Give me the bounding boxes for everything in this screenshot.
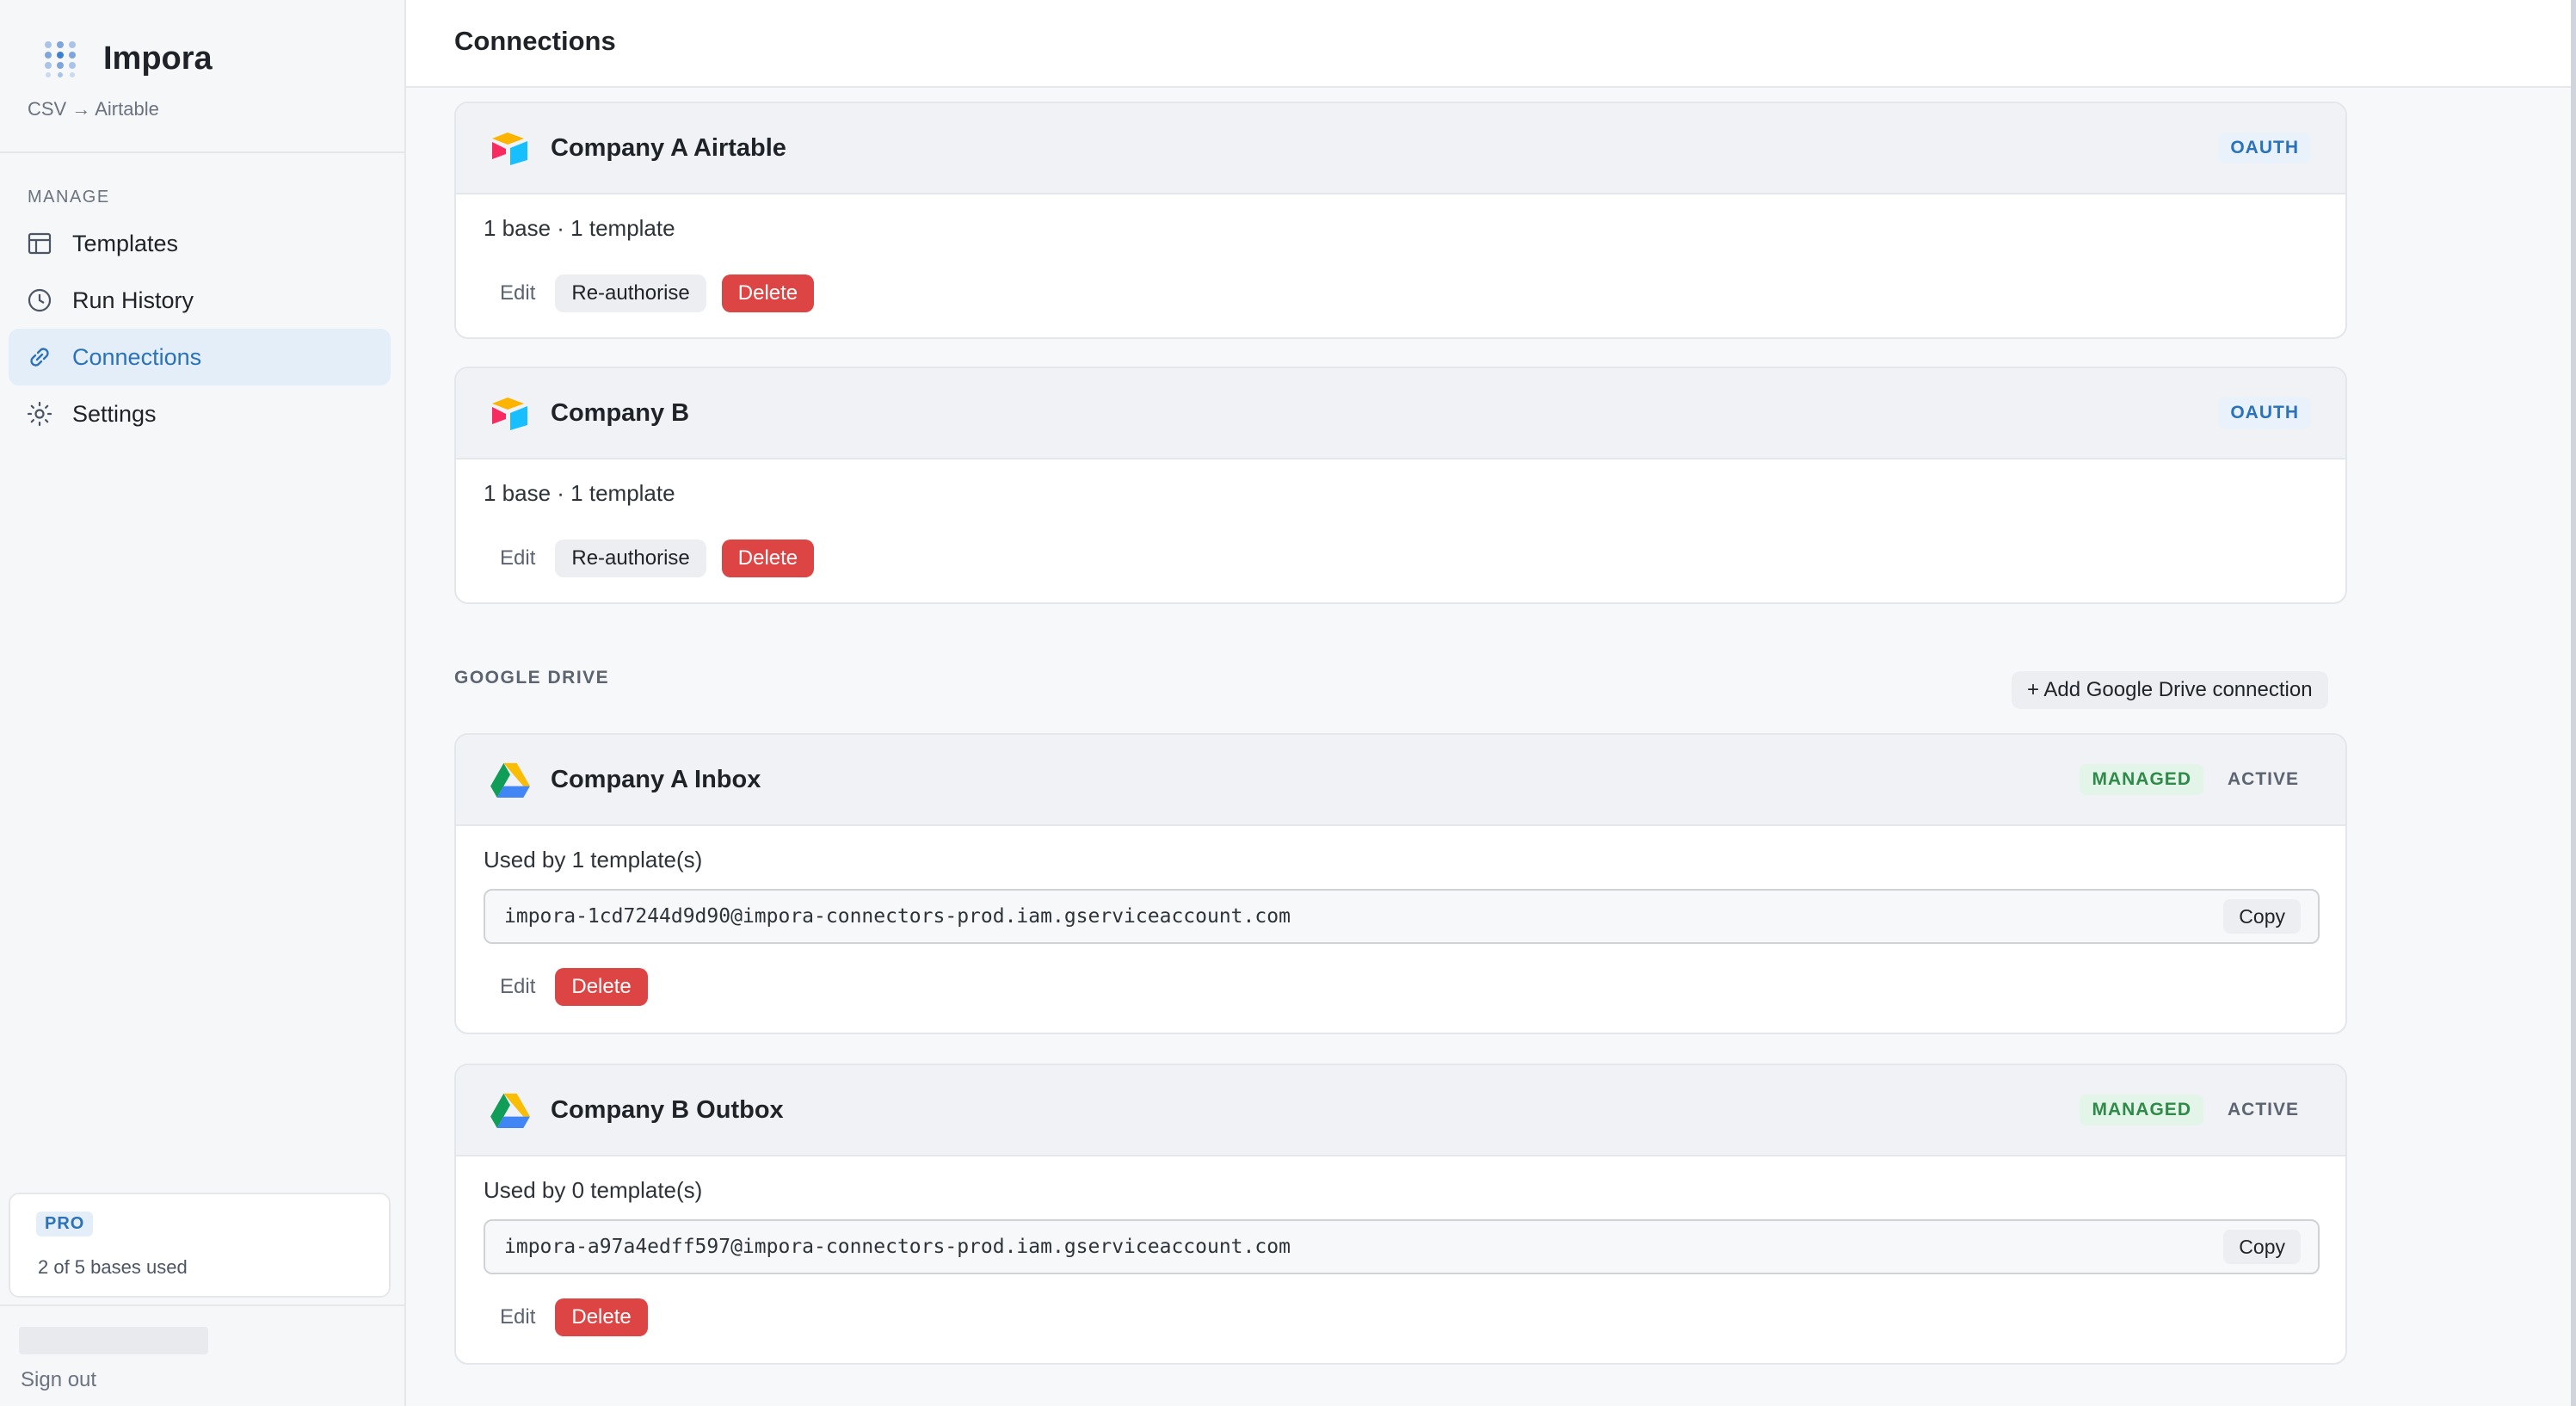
table-icon: [28, 232, 52, 255]
copy-button[interactable]: Copy: [2223, 899, 2301, 934]
edit-button[interactable]: Edit: [484, 274, 552, 312]
edit-button[interactable]: Edit: [484, 968, 552, 1006]
sidebar-item-label: Templates: [72, 230, 179, 256]
plan-badge: PRO: [36, 1212, 94, 1236]
managed-badge: MANAGED: [2080, 1095, 2203, 1125]
oauth-badge: OAUTH: [2218, 133, 2311, 163]
sidebar-item-label: Run History: [72, 287, 194, 313]
edit-button[interactable]: Edit: [484, 540, 552, 577]
sidebar-item-templates[interactable]: Templates: [9, 215, 391, 272]
airtable-connection-card: Company A Airtable OAUTH 1 base · 1 temp…: [454, 102, 2347, 339]
delete-button[interactable]: Delete: [721, 540, 815, 577]
connection-meta: Used by 1 template(s): [484, 847, 703, 873]
connection-name: Company B: [551, 398, 690, 427]
top-bar: Connections: [406, 0, 2571, 88]
brand[interactable]: Impora: [41, 40, 213, 77]
airtable-icon: [492, 133, 527, 165]
reauthorise-button[interactable]: Re-authorise: [555, 540, 706, 577]
sidebar-nav: Templates Run History Connections Settin…: [9, 215, 391, 442]
card-actions: Edit Re-authorise Delete: [484, 540, 2318, 577]
connection-name: Company A Airtable: [551, 133, 786, 162]
google-drive-icon: [490, 1093, 530, 1128]
delete-button[interactable]: Delete: [721, 274, 815, 312]
card-header: Company B Outbox MANAGED ACTIVE: [456, 1065, 2345, 1156]
delete-button[interactable]: Delete: [555, 1298, 648, 1336]
oauth-badge: OAUTH: [2218, 398, 2311, 429]
google-drive-connection-card: Company B Outbox MANAGED ACTIVE Used by …: [454, 1064, 2347, 1365]
card-actions: Edit Delete: [484, 968, 2318, 1006]
card-body: 1 base · 1 template Edit Re-authorise De…: [456, 194, 2345, 312]
airtable-connection-card: Company B OAUTH 1 base · 1 template Edit…: [454, 367, 2347, 604]
sidebar-footer-divider: [0, 1304, 404, 1306]
google-drive-icon: [490, 762, 530, 798]
reauthorise-button[interactable]: Re-authorise: [555, 274, 706, 312]
sidebar-divider: [0, 151, 404, 153]
connection-name: Company A Inbox: [551, 765, 761, 793]
gear-icon: [27, 401, 52, 427]
sidebar-item-label: Connections: [72, 343, 202, 370]
google-drive-section-heading: GOOGLE DRIVE: [454, 668, 610, 688]
app-root: Impora CSV → Airtable MANAGE Templates R…: [0, 0, 2576, 1406]
sidebar-item-run-history[interactable]: Run History: [9, 272, 391, 329]
card-actions: Edit Re-authorise Delete: [484, 274, 2318, 312]
card-actions: Edit Delete: [484, 1298, 2318, 1336]
card-header: Company A Airtable OAUTH: [456, 103, 2345, 194]
copy-button[interactable]: Copy: [2223, 1230, 2301, 1264]
status-badge: ACTIVE: [2227, 769, 2299, 789]
card-header: Company B OAUTH: [456, 368, 2345, 459]
badges: OAUTH: [2218, 133, 2311, 163]
delete-button[interactable]: Delete: [555, 968, 648, 1006]
plan-card: PRO 2 of 5 bases used: [9, 1193, 391, 1298]
edit-button[interactable]: Edit: [484, 1298, 552, 1336]
service-account-email-field[interactable]: impora-a97a4edff597@impora-connectors-pr…: [484, 1219, 2320, 1274]
nav-section-label: MANAGE: [28, 188, 110, 207]
app-name: Impora: [103, 40, 213, 77]
add-google-drive-connection-button[interactable]: + Add Google Drive connection: [2012, 671, 2328, 709]
plan-usage: 2 of 5 bases used: [38, 1256, 188, 1278]
app-subtitle: CSV → Airtable: [28, 98, 159, 120]
connection-meta: 1 base · 1 template: [484, 215, 675, 241]
card-header: Company A Inbox MANAGED ACTIVE: [456, 735, 2345, 826]
service-account-email: impora-a97a4edff597@impora-connectors-pr…: [504, 1236, 1291, 1258]
badges: OAUTH: [2218, 398, 2311, 429]
sidebar: Impora CSV → Airtable MANAGE Templates R…: [0, 0, 406, 1406]
user-info-placeholder: [19, 1327, 208, 1354]
sign-out-link[interactable]: Sign out: [21, 1368, 96, 1392]
service-account-email: impora-1cd7244d9d90@impora-connectors-pr…: [504, 905, 1291, 928]
page-title: Connections: [454, 26, 616, 56]
connection-meta: 1 base · 1 template: [484, 480, 675, 506]
sidebar-item-label: Settings: [72, 400, 157, 427]
window-edge: [2571, 0, 2576, 1406]
status-badge: ACTIVE: [2227, 1100, 2299, 1119]
service-account-email-field[interactable]: impora-1cd7244d9d90@impora-connectors-pr…: [484, 889, 2320, 944]
card-body: 1 base · 1 template Edit Re-authorise De…: [456, 459, 2345, 577]
connection-meta: Used by 0 template(s): [484, 1177, 703, 1203]
card-body: Used by 1 template(s) impora-1cd7244d9d9…: [456, 826, 2345, 1006]
link-icon: [30, 348, 49, 367]
connection-name: Company B Outbox: [551, 1095, 784, 1124]
clock-icon: [28, 288, 52, 312]
sidebar-item-settings[interactable]: Settings: [9, 385, 391, 442]
badges: MANAGED ACTIVE: [2080, 1095, 2311, 1125]
badges: MANAGED ACTIVE: [2080, 764, 2311, 795]
app-logo-icon: [45, 41, 76, 77]
sidebar-item-connections[interactable]: Connections: [9, 329, 391, 385]
managed-badge: MANAGED: [2080, 764, 2203, 795]
airtable-icon: [492, 398, 527, 430]
google-drive-connection-card: Company A Inbox MANAGED ACTIVE Used by 1…: [454, 733, 2347, 1034]
card-body: Used by 0 template(s) impora-a97a4edff59…: [456, 1156, 2345, 1336]
